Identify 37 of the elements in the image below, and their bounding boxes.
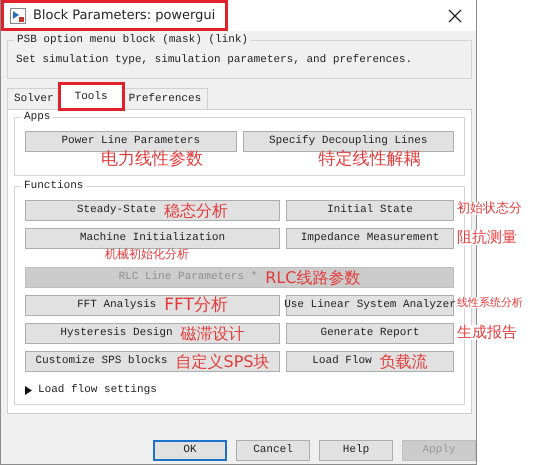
annotation-text: 负载流 <box>380 354 428 370</box>
dialog-button[interactable]: OK <box>153 440 227 461</box>
tool-button[interactable]: Customize SPS blocks 自定义SPS块 <box>25 351 280 372</box>
close-icon <box>448 8 462 22</box>
tool-button[interactable]: FFT Analysis FFT分析 <box>25 295 280 316</box>
tool-button[interactable]: Hysteresis Design 磁滞设计 <box>25 323 280 344</box>
annotation-text: 生成报告 <box>457 325 517 340</box>
annotation-text: FFT分析 <box>164 297 228 314</box>
expander-toggle[interactable]: Load flow settings <box>23 382 159 398</box>
annotation-text: RLC线路参数 <box>265 270 360 286</box>
tool-button[interactable]: Load Flow 负载流 <box>286 351 454 372</box>
tool-button[interactable]: Initial State <box>286 200 454 221</box>
annotation-text: 电力线性参数 <box>101 151 203 168</box>
annotation-text: 磁滞设计 <box>180 326 245 342</box>
close-button[interactable] <box>446 6 464 24</box>
tab[interactable]: Solver <box>7 88 61 109</box>
annotation-text: 初始状态分 <box>457 202 522 215</box>
annotation-text: 阻抗测量 <box>457 230 517 245</box>
dialog-button[interactable]: Help <box>319 440 393 461</box>
window-title: Block Parameters: powergui <box>33 6 216 25</box>
annotation-text: 稳态分析 <box>164 202 228 218</box>
tool-button[interactable]: Generate Report <box>286 323 454 344</box>
expand-icon <box>25 386 32 395</box>
group-title: Apps <box>21 110 54 124</box>
group-title: PSB option menu block (mask) (link) <box>14 33 252 48</box>
tool-button[interactable]: Impedance Measurement <box>286 228 454 249</box>
tool-button[interactable]: Steady-State 稳态分析 <box>25 200 280 221</box>
annotation-text: 线性系统分析 <box>457 297 523 308</box>
tool-button[interactable]: Use Linear System Analyzer <box>286 295 454 316</box>
tool-button[interactable]: Machine Initialization <box>25 228 280 249</box>
mask-description: Set simulation type, simulation parameters, and preferences. <box>16 53 414 68</box>
tab[interactable]: Tools <box>60 84 123 109</box>
annotation-text: 机械初始化分析 <box>105 248 189 260</box>
annotation-text: 自定义SPS块 <box>176 354 270 370</box>
app-icon <box>10 8 26 24</box>
annotation-text: 特定线性解耦 <box>318 151 420 168</box>
dialog-button[interactable]: Cancel <box>236 440 310 461</box>
